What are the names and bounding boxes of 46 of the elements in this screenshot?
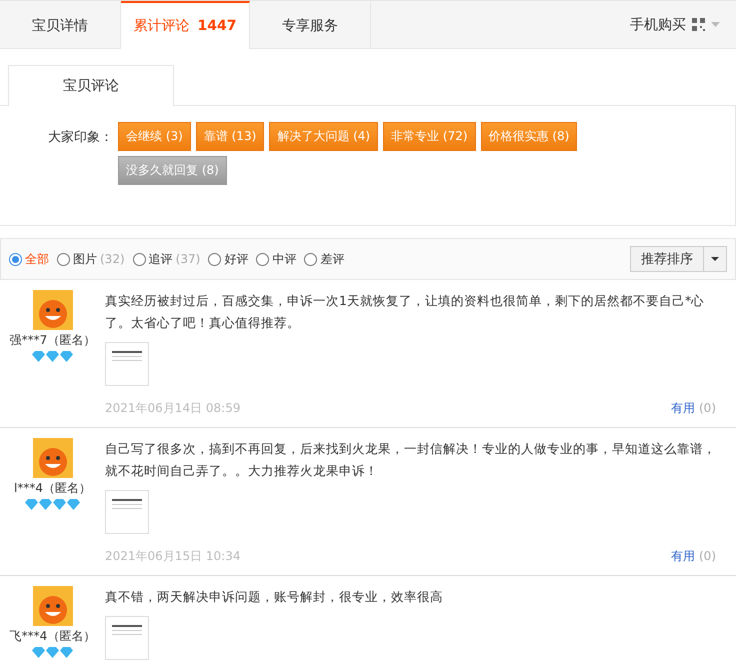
filter-label[interactable]: 好评 [224, 250, 248, 268]
review-text: 真实经历被封过后，百感交集，申诉一次1天就恢复了，让填的资料也很简单，剩下的居然都不要自己*心了。太省心了吧！真心值得推荐。 [105, 292, 706, 332]
radio-button[interactable] [132, 252, 146, 266]
review-date: 2021年06月14日 08:59 [105, 400, 240, 417]
useful-link[interactable]: 有用 (0) [671, 400, 716, 417]
radio-button[interactable] [208, 252, 222, 266]
diamond-icon [32, 647, 45, 658]
filter-label[interactable]: 差评 [320, 250, 344, 268]
diamond-icon [46, 647, 59, 658]
review-text: 自己写了很多次，搞到不再回复，后来找到火龙果，一封信解决！专业的人做专业的事，早知道这么靠谱，就不花时间自己弄了。。大力推荐火龙果申诉！ [105, 440, 716, 480]
filter-label[interactable]: 图片 [73, 250, 97, 268]
diamond-icon [53, 499, 66, 510]
user-name: 飞***4（匿名） [10, 628, 96, 645]
avatar-icon [32, 290, 72, 330]
sort-dropdown[interactable]: 推荐排序 [630, 246, 727, 272]
review-text: 真不错，两天解决申诉问题，账号解封，很专业，效率很高 [105, 588, 444, 606]
screenshot-thumbnail[interactable] [105, 616, 149, 660]
radio-button[interactable] [304, 252, 318, 266]
filter-label[interactable]: 中评 [272, 250, 296, 268]
filter-count: (32) [100, 252, 125, 266]
review-date: 2021年06月15日 10:34 [105, 548, 240, 565]
diamond-icon [67, 499, 80, 510]
impressions-label: 大家印象： [48, 129, 114, 147]
qr-code-icon[interactable] [692, 18, 705, 31]
diamond-icon [32, 351, 45, 362]
filter-count: (37) [176, 252, 200, 266]
caret-icon[interactable] [711, 257, 719, 261]
sub-tab[interactable]: 宝贝评论 [8, 65, 174, 106]
user-name: 强***7（匿名） [10, 332, 96, 349]
screenshot-thumbnail[interactable] [105, 342, 149, 386]
useful-link[interactable]: 有用 (0) [671, 548, 716, 565]
mobile-buy-link[interactable]: 手机购买 [630, 16, 686, 34]
radio-button[interactable] [9, 252, 22, 266]
diamond-icon [39, 499, 52, 510]
diamond-icon [60, 351, 73, 362]
filter-label[interactable]: 追评 [148, 250, 173, 268]
screenshot-thumbnail[interactable] [105, 490, 149, 534]
diamond-icon [60, 647, 73, 658]
user-name: l***4（匿名） [14, 480, 91, 497]
diamond-icon [25, 499, 38, 510]
radio-button[interactable] [57, 252, 70, 266]
radio-button[interactable] [256, 252, 270, 266]
avatar-icon [32, 586, 72, 626]
tab[interactable]: 专享服务 [250, 1, 371, 48]
diamond-icon [46, 351, 59, 362]
avatar-icon [32, 438, 72, 478]
